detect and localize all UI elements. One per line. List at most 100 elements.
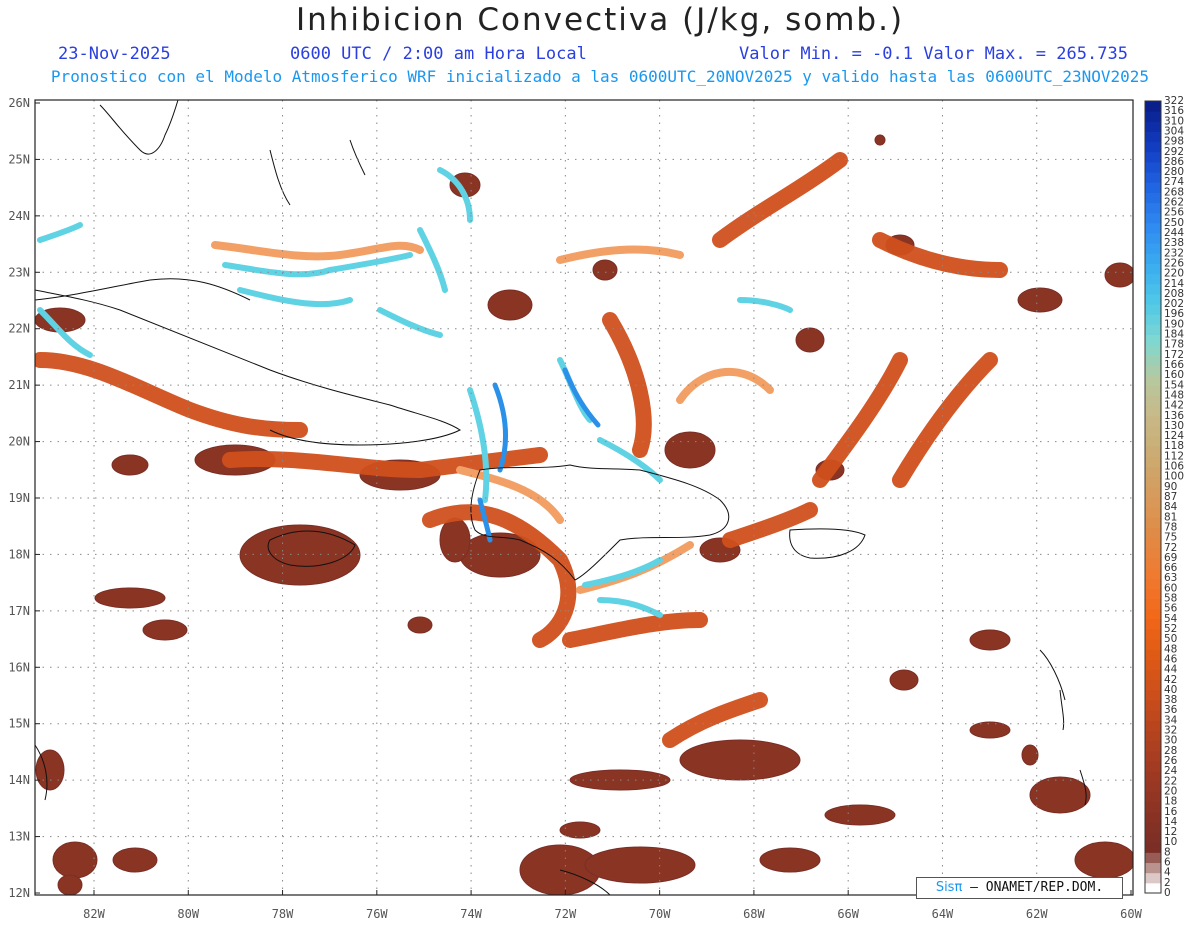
cin-blob bbox=[1017, 287, 1063, 313]
colorbar-swatch bbox=[1145, 669, 1161, 681]
lat-tick-label: 14N bbox=[8, 773, 30, 787]
colorbar-swatch bbox=[1145, 578, 1161, 589]
colorbar-swatch bbox=[1145, 882, 1161, 894]
colorbar-swatch bbox=[1145, 486, 1161, 498]
colorbar-swatch bbox=[1145, 872, 1161, 884]
lat-tick-label: 25N bbox=[8, 152, 30, 166]
colorbar-swatch bbox=[1145, 436, 1161, 447]
colorbar-swatch bbox=[1145, 679, 1161, 691]
credit-brand: Sisπ bbox=[935, 880, 963, 895]
colorbar-swatch bbox=[1145, 497, 1161, 508]
cin-blob bbox=[52, 841, 98, 879]
cin-blob bbox=[239, 524, 361, 586]
colorbar-swatch bbox=[1145, 476, 1161, 488]
cin-blob bbox=[35, 749, 65, 791]
colorbar-swatch bbox=[1145, 720, 1161, 732]
cin-blob bbox=[824, 804, 896, 826]
colorbar-swatch bbox=[1145, 466, 1161, 478]
colorbar-swatch bbox=[1145, 202, 1161, 214]
lon-tick-label: 62W bbox=[1026, 907, 1048, 921]
cin-blob bbox=[679, 739, 801, 781]
colorbar-swatch bbox=[1145, 151, 1161, 163]
lon-tick-label: 64W bbox=[932, 907, 954, 921]
model-subtitle: Pronostico con el Modelo Atmosferico WRF… bbox=[50, 67, 1150, 86]
colorbar-swatch bbox=[1145, 395, 1161, 407]
colorbar-swatch bbox=[1145, 689, 1161, 701]
colorbar-swatch bbox=[1145, 243, 1161, 254]
cin-blob bbox=[592, 259, 618, 281]
lon-tick-label: 68W bbox=[743, 907, 765, 921]
cin-blob bbox=[559, 821, 601, 839]
lon-tick-label: 78W bbox=[272, 907, 294, 921]
colorbar-swatch bbox=[1145, 568, 1161, 579]
lon-tick-label: 66W bbox=[837, 907, 859, 921]
colorbar: 0246810121416182022242628303234363840424… bbox=[1144, 95, 1184, 899]
colorbar-swatch bbox=[1145, 324, 1161, 336]
colorbar-swatch bbox=[1145, 344, 1161, 356]
colorbar-swatch bbox=[1145, 527, 1161, 539]
colorbar-swatch bbox=[1145, 842, 1161, 853]
cin-blob bbox=[889, 669, 919, 691]
cin-blob bbox=[1104, 262, 1133, 288]
colorbar-swatch bbox=[1145, 781, 1161, 792]
colorbar-swatch bbox=[1145, 608, 1161, 620]
forecast-date: 23-Nov-2025 bbox=[58, 44, 171, 64]
forecast-time: 0600 UTC / 2:00 am Hora Local bbox=[290, 44, 587, 64]
colorbar-swatch bbox=[1145, 446, 1161, 457]
colorbar-swatch bbox=[1145, 852, 1161, 864]
cin-blob bbox=[584, 846, 696, 884]
lat-tick-label: 22N bbox=[8, 322, 30, 336]
lon-tick-label: 60W bbox=[1120, 907, 1142, 921]
colorbar-swatch bbox=[1145, 456, 1161, 468]
lon-tick-label: 72W bbox=[555, 907, 577, 921]
colorbar-swatch bbox=[1145, 273, 1161, 285]
lon-tick-label: 82W bbox=[83, 907, 105, 921]
colorbar-swatch bbox=[1145, 283, 1161, 295]
colorbar-swatch bbox=[1145, 811, 1161, 823]
lat-tick-label: 17N bbox=[8, 604, 30, 618]
colorbar-swatch bbox=[1145, 111, 1161, 122]
cin-blob bbox=[969, 721, 1011, 739]
colorbar-swatch bbox=[1145, 314, 1161, 325]
colorbar-swatch bbox=[1145, 192, 1161, 204]
colorbar-swatch bbox=[1145, 172, 1161, 183]
value-min-max: Valor Min. = -0.1 Valor Max. = 265.735 bbox=[739, 44, 1128, 64]
colorbar-label: 322 bbox=[1164, 95, 1184, 107]
lat-tick-label: 15N bbox=[8, 717, 30, 731]
colorbar-swatch bbox=[1145, 801, 1161, 813]
colorbar-swatch bbox=[1145, 263, 1161, 275]
colorbar-swatch bbox=[1145, 740, 1161, 752]
colorbar-swatch bbox=[1145, 121, 1161, 132]
credit-text: – ONAMET/REP.DOM. bbox=[970, 880, 1104, 895]
colorbar-swatch bbox=[1145, 304, 1161, 315]
map-title: Inhibicion Convectiva (J/kg, somb.) bbox=[295, 2, 905, 38]
colorbar-swatch bbox=[1145, 700, 1161, 711]
cin-blob bbox=[57, 874, 83, 895]
colorbar-swatch bbox=[1145, 598, 1161, 610]
colorbar-swatch bbox=[1145, 405, 1161, 417]
cin-blob bbox=[439, 517, 471, 563]
cin-blob bbox=[94, 587, 166, 609]
colorbar-swatch bbox=[1145, 639, 1161, 650]
lat-tick-label: 24N bbox=[8, 209, 30, 223]
colorbar-swatch bbox=[1145, 141, 1161, 153]
credit-box: Sisπ – ONAMET/REP.DOM. bbox=[916, 877, 1123, 899]
lat-tick-label: 19N bbox=[8, 491, 30, 505]
cin-blob bbox=[112, 847, 158, 873]
cin-blob bbox=[874, 134, 886, 146]
colorbar-swatch bbox=[1145, 517, 1161, 528]
colorbar-swatch bbox=[1145, 588, 1161, 600]
lon-tick-label: 76W bbox=[366, 907, 388, 921]
lat-tick-label: 12N bbox=[8, 886, 30, 900]
colorbar-swatch bbox=[1145, 131, 1161, 143]
colorbar-swatch bbox=[1145, 730, 1161, 742]
cin-blob bbox=[1074, 841, 1133, 879]
cin-blob bbox=[795, 327, 825, 353]
colorbar-swatch bbox=[1145, 101, 1161, 112]
lat-tick-label: 18N bbox=[8, 547, 30, 561]
cin-map-figure: 26N 25N 24N 23N 22N 21N 20N 19N 18N 17N 16N 15N 14N 1… bbox=[8, 95, 1184, 921]
colorbar-swatch bbox=[1145, 233, 1161, 244]
lon-tick-label: 70W bbox=[649, 907, 671, 921]
colorbar-swatch bbox=[1145, 354, 1161, 366]
lat-tick-label: 16N bbox=[8, 660, 30, 674]
